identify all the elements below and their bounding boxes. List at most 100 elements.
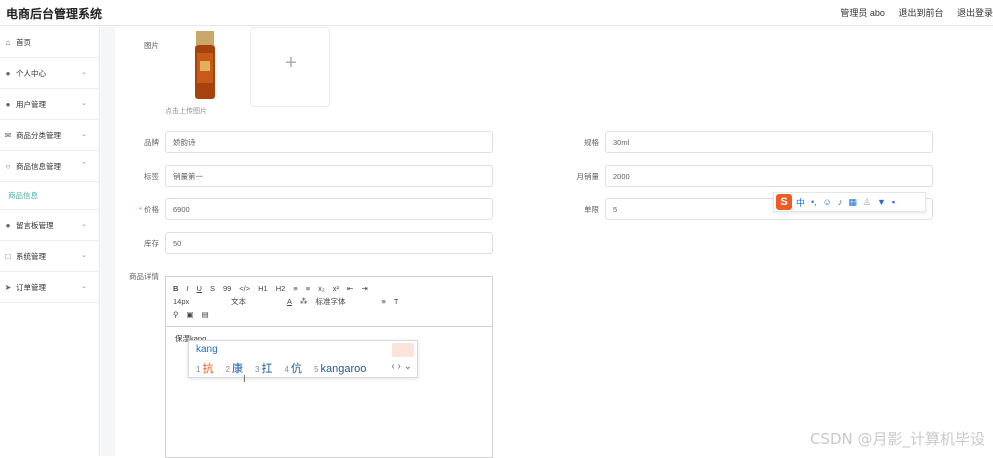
spec-label: 规格: [539, 137, 599, 148]
chevron-up-icon: ⌃: [81, 161, 87, 169]
clear-format-icon[interactable]: T: [394, 297, 399, 306]
sogou-ime-toolbar[interactable]: S 中 •, ☺ ♪ ▦ ♙ ▼ ▪: [773, 192, 926, 212]
plus-icon: +: [251, 52, 331, 75]
keyboard-icon[interactable]: ▦: [848, 197, 857, 208]
sidebar-item-users[interactable]: ●用户管理⌄: [0, 89, 99, 120]
brand-field[interactable]: 娇韵诗: [165, 131, 493, 153]
ime-candidate[interactable]: 扛: [261, 363, 272, 375]
chevron-down-icon: ⌄: [81, 251, 87, 259]
text-style-select[interactable]: 文本: [231, 296, 279, 307]
ime-pinyin: kang: [196, 344, 218, 355]
person-icon[interactable]: ♙: [863, 197, 871, 208]
chevron-down-icon: ⌄: [81, 220, 87, 228]
ime-candidate[interactable]: kangaroo: [321, 363, 367, 375]
watermark: CSDN @月影_计算机毕设: [810, 428, 985, 449]
chevron-down-icon: ⌄: [81, 130, 87, 138]
sidebar-item-messages[interactable]: ●留言板管理⌄: [0, 210, 99, 241]
main-area: 图片 + 点击上传图片 品牌 娇韵诗 规格 30ml 标签 销量第一 月销量 2…: [101, 27, 993, 456]
ime-candidates: 1抗 2康 3扛 4伉 5kangaroo: [196, 360, 375, 376]
spec-field[interactable]: 30ml: [605, 131, 933, 153]
product-bottle-image: [165, 27, 245, 103]
app-header: 电商后台管理系统 管理员 abo 退出到前台 退出登录: [0, 0, 993, 26]
ime-candidate[interactable]: 抗: [202, 363, 213, 375]
outdent-button[interactable]: ⇤: [347, 284, 353, 293]
exit-front-link[interactable]: 退出到前台: [898, 8, 943, 18]
background-color-icon[interactable]: ⁂: [300, 297, 308, 306]
app-title: 电商后台管理系统: [6, 5, 102, 22]
bold-button[interactable]: B: [173, 284, 178, 293]
monthly-sales-field[interactable]: 2000: [605, 165, 933, 187]
product-image[interactable]: [165, 27, 245, 107]
ime-page-nav[interactable]: ‹ › ⌄: [391, 361, 412, 372]
emoji-icon[interactable]: ☺: [823, 197, 832, 207]
font-size-select[interactable]: 14px: [173, 297, 223, 306]
font-family-select[interactable]: 标准字体: [316, 296, 374, 307]
sidebar: ⌂首页 ●个人中心⌄ ●用户管理⌄ ✉商品分类管理⌄ ○商品信息管理⌃ 商品信息…: [0, 27, 100, 456]
limit-label: 单限: [539, 204, 599, 215]
header-actions: 管理员 abo 退出到前台 退出登录: [829, 6, 993, 19]
send-icon: ➤: [3, 283, 13, 292]
user-icon: ●: [3, 221, 13, 230]
sogou-watermark-icon: [392, 343, 414, 357]
language-mode-icon[interactable]: 中: [796, 196, 805, 209]
ordered-list-button[interactable]: ≡: [293, 284, 297, 293]
menu-icon: □: [3, 252, 13, 261]
price-field[interactable]: 6900: [165, 198, 493, 220]
superscript-button[interactable]: x²: [333, 284, 339, 293]
font-color-icon[interactable]: A: [287, 297, 292, 306]
bulb-icon: ○: [3, 162, 13, 171]
sidebar-subitem-goods-info[interactable]: 商品信息: [0, 182, 99, 210]
stock-field[interactable]: 50: [165, 232, 493, 254]
goods-form: 图片 + 点击上传图片 品牌 娇韵诗 规格 30ml 标签 销量第一 月销量 2…: [115, 27, 993, 456]
message-icon: ✉: [3, 131, 13, 140]
chevron-down-icon: ⌄: [81, 68, 87, 76]
sogou-logo-icon: S: [776, 194, 792, 210]
sidebar-item-home[interactable]: ⌂首页: [0, 27, 99, 58]
sidebar-item-category[interactable]: ✉商品分类管理⌄: [0, 120, 99, 151]
chevron-down-icon: ⌄: [81, 282, 87, 290]
chevron-down-icon: ⌄: [81, 99, 87, 107]
toolbox-icon[interactable]: ▪: [892, 197, 895, 207]
ime-candidate-window[interactable]: kang 1抗 2康 3扛 4伉 5kangaroo ‹ › ⌄: [188, 340, 418, 378]
image-icon[interactable]: ▣: [187, 310, 194, 319]
punctuation-icon[interactable]: •,: [811, 197, 817, 207]
upload-button[interactable]: +: [250, 27, 330, 107]
subscript-button[interactable]: x₂: [318, 284, 325, 293]
ime-candidate[interactable]: 康: [232, 363, 243, 375]
sidebar-item-system[interactable]: □系统管理⌄: [0, 241, 99, 272]
home-icon: ⌂: [3, 38, 13, 47]
stock-label: 库存: [99, 238, 159, 249]
align-icon[interactable]: ≡: [382, 297, 386, 306]
h2-button[interactable]: H2: [276, 284, 286, 293]
indent-button[interactable]: ⇥: [361, 284, 367, 293]
italic-button[interactable]: I: [186, 284, 188, 293]
admin-label: 管理员 abo: [840, 8, 885, 18]
image-label: 图片: [99, 40, 159, 51]
upload-hint: 点击上传图片: [165, 106, 207, 116]
editor-toolbar: B I U S 99 </> H1 H2 ≡ ≡ x₂ x² ⇤ ⇥ 14px: [166, 277, 492, 327]
monthly-sales-label: 月销量: [539, 171, 599, 182]
location-icon: ●: [3, 100, 13, 109]
strike-button[interactable]: S: [210, 284, 215, 293]
user-icon: ●: [3, 69, 13, 78]
code-button[interactable]: </>: [239, 284, 250, 293]
underline-button[interactable]: U: [197, 284, 202, 293]
link-icon[interactable]: ⚲: [173, 310, 179, 319]
tag-label: 标签: [99, 171, 159, 182]
quote-button[interactable]: 99: [223, 284, 231, 293]
bullet-list-button[interactable]: ≡: [306, 284, 310, 293]
brand-label: 品牌: [99, 137, 159, 148]
ime-candidate[interactable]: 伉: [291, 363, 302, 375]
text-cursor-icon: I: [243, 374, 246, 385]
logout-link[interactable]: 退出登录: [957, 8, 993, 18]
h1-button[interactable]: H1: [258, 284, 268, 293]
sidebar-item-profile[interactable]: ●个人中心⌄: [0, 58, 99, 89]
tag-field[interactable]: 销量第一: [165, 165, 493, 187]
price-label: * 价格: [99, 204, 159, 215]
microphone-icon[interactable]: ♪: [838, 197, 843, 207]
detail-label: 商品详情: [99, 271, 159, 282]
sidebar-item-goods[interactable]: ○商品信息管理⌃: [0, 151, 99, 182]
sidebar-item-orders[interactable]: ➤订单管理⌄: [0, 272, 99, 303]
video-icon[interactable]: ▤: [202, 310, 209, 319]
skin-icon[interactable]: ▼: [877, 197, 886, 207]
